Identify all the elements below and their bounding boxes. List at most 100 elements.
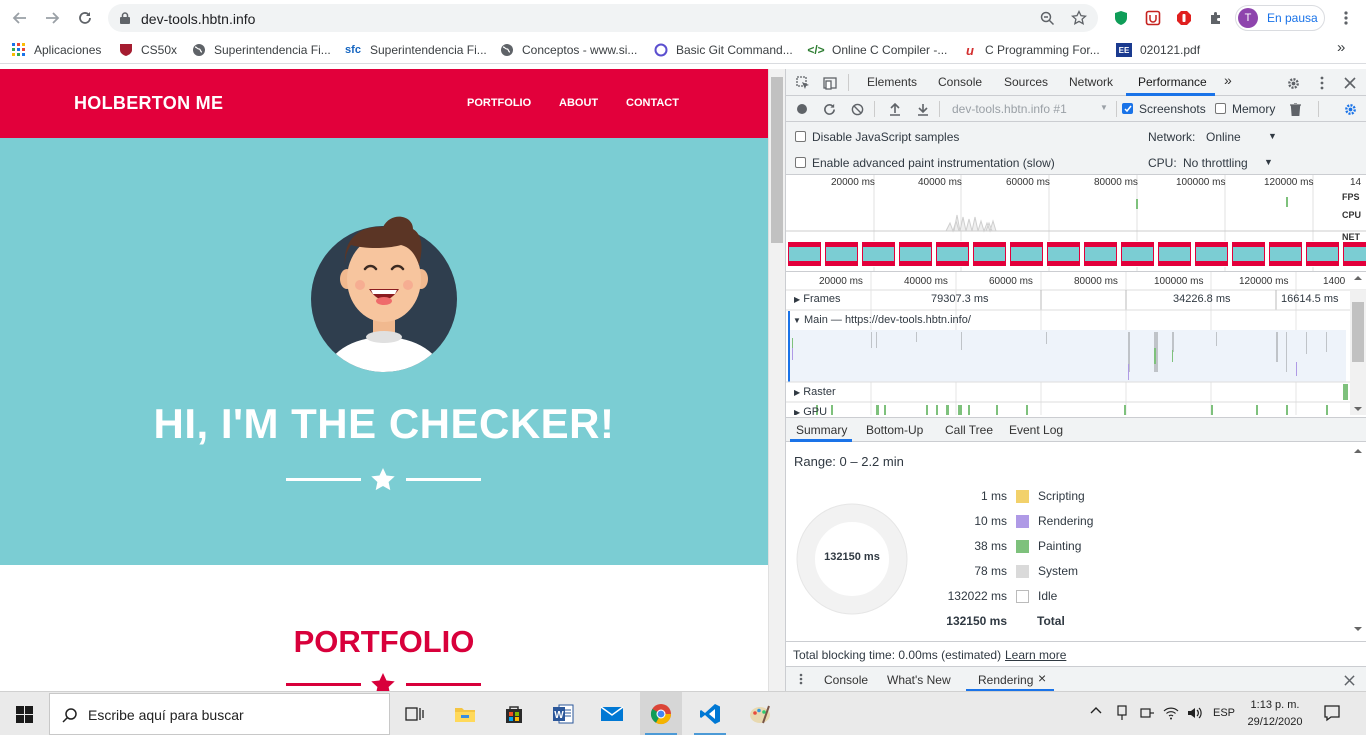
star-icon (371, 673, 395, 691)
close-drawer-button[interactable] (1342, 673, 1356, 687)
devtools-menu-button[interactable] (1313, 74, 1331, 92)
address-bar[interactable]: dev-tools.hbtn.info (108, 4, 1098, 32)
wifi-icon[interactable] (1163, 705, 1179, 721)
tab-event-log[interactable]: Event Log (1009, 423, 1063, 437)
tab-summary[interactable]: Summary (796, 423, 847, 437)
track-raster[interactable]: ▶ Raster (794, 386, 836, 398)
bookmark-apps[interactable]: Aplicaciones (12, 42, 101, 58)
notifications-button[interactable] (1323, 704, 1341, 722)
close-devtools-button[interactable] (1341, 74, 1359, 92)
clear-button[interactable] (850, 102, 864, 116)
reload-profile-button[interactable] (822, 102, 836, 116)
bookmark-online-c[interactable]: </> Online C Compiler -... (807, 42, 947, 58)
more-tabs-button[interactable]: » (1224, 72, 1232, 88)
bookmark-superintendencia-2[interactable]: sfc Superintendencia Fi... (344, 42, 487, 58)
capture-settings-button[interactable] (1342, 101, 1358, 117)
disable-js-samples-checkbox[interactable]: Disable JavaScript samples (795, 130, 959, 144)
extensions-button[interactable] (1204, 6, 1228, 30)
tab-network[interactable]: Network (1069, 75, 1113, 89)
cpu-throttle-select[interactable]: No throttling ▼ (1183, 156, 1273, 170)
bookmark-pdf[interactable]: EE 020121.pdf (1116, 42, 1200, 58)
timeline-tick: 40000 ms (904, 276, 948, 287)
back-button[interactable] (8, 6, 32, 30)
star-bookmark-icon (1071, 10, 1087, 25)
inspect-element-button[interactable] (794, 74, 812, 92)
recording-select[interactable]: dev-tools.hbtn.info #1 ▼ (952, 102, 1110, 116)
word-button[interactable]: W (547, 698, 579, 730)
task-view-button[interactable] (398, 698, 430, 730)
vscode-button[interactable] (694, 698, 726, 730)
file-explorer-button[interactable] (449, 698, 481, 730)
drawer-tab-whats-new[interactable]: What's New (887, 673, 951, 687)
device-toolbar-button[interactable] (821, 74, 839, 92)
drawer-tab-console[interactable]: Console (824, 673, 868, 687)
drawer-menu-button[interactable] (796, 672, 806, 686)
flame-chart[interactable]: 20000 ms 40000 ms 60000 ms 80000 ms 1000… (786, 272, 1366, 415)
tab-sources[interactable]: Sources (1004, 75, 1048, 89)
screenshot-thumbnail (1120, 241, 1155, 267)
toolbar-divider (1318, 101, 1319, 117)
track-main[interactable]: ▼ Main — https://dev-tools.hbtn.info/ (793, 314, 971, 326)
screenshot-thumbnail (1046, 241, 1081, 267)
page-scrollbar-thumb[interactable] (771, 77, 783, 243)
tab-console[interactable]: Console (938, 75, 982, 89)
extension-box[interactable] (1141, 6, 1165, 30)
bookmark-c-programming[interactable]: u C Programming For... (963, 42, 1100, 58)
clock[interactable]: 1:13 p. m. 29/12/2020 (1242, 697, 1308, 731)
bookmark-basic-git[interactable]: Basic Git Command... (654, 42, 793, 58)
start-button[interactable] (8, 698, 40, 730)
advanced-paint-checkbox[interactable]: Enable advanced paint instrumentation (s… (795, 156, 1055, 170)
extension-shield[interactable] (1109, 6, 1133, 30)
network-throttle-select[interactable]: Online ▼ (1206, 130, 1277, 144)
close-rendering-tab-button[interactable]: × (1038, 670, 1046, 686)
forward-button[interactable] (40, 6, 64, 30)
reload-button[interactable] (73, 6, 97, 30)
page-scrollbar[interactable] (768, 69, 785, 691)
nav-link-portfolio[interactable]: PORTFOLIO (467, 97, 531, 109)
mail-button[interactable] (596, 698, 628, 730)
tab-performance[interactable]: Performance (1138, 75, 1207, 89)
clear-icon (851, 103, 863, 115)
learn-more-link[interactable]: Learn more (1005, 648, 1066, 662)
settings-button[interactable] (1284, 74, 1302, 92)
timeline-overview[interactable]: 20000 ms 40000 ms 60000 ms 80000 ms 1000… (786, 175, 1366, 272)
drawer-tab-rendering[interactable]: Rendering (978, 673, 1033, 687)
tray-power-icon[interactable] (1139, 705, 1155, 721)
chrome-button[interactable] (645, 698, 677, 730)
nav-link-contact[interactable]: CONTACT (626, 97, 679, 109)
tab-elements[interactable]: Elements (867, 75, 917, 89)
tab-call-tree[interactable]: Call Tree (945, 423, 993, 437)
profile-button[interactable]: T En pausa (1235, 5, 1325, 31)
sfc-logo-icon: sfc (345, 44, 361, 56)
browser-menu-button[interactable] (1334, 6, 1358, 30)
save-profile-button[interactable] (916, 102, 930, 116)
collect-garbage-button[interactable] (1288, 102, 1302, 116)
nav-link-about[interactable]: ABOUT (559, 97, 598, 109)
bookmark-cs50x[interactable]: CS50x (119, 42, 177, 58)
screenshots-checkbox[interactable]: Screenshots (1122, 102, 1206, 116)
load-profile-button[interactable] (888, 102, 902, 116)
volume-icon[interactable] (1186, 705, 1202, 721)
portfolio-divider (286, 673, 481, 691)
track-gpu[interactable]: ▶ GPU (794, 406, 827, 415)
record-button[interactable] (795, 102, 809, 116)
paint-button[interactable] (744, 698, 776, 730)
language-indicator[interactable]: ESP (1213, 707, 1235, 719)
taskbar-search[interactable]: Escribe aquí para buscar (49, 693, 390, 735)
bookmark-conceptos[interactable]: Conceptos - www.si... (500, 42, 637, 58)
more-bookmarks-button[interactable]: » (1337, 39, 1345, 56)
show-hidden-icons-button[interactable] (1090, 706, 1102, 714)
extension-adblock[interactable] (1172, 6, 1196, 30)
summary-swatch (1016, 540, 1029, 553)
tab-bottom-up[interactable]: Bottom-Up (866, 423, 923, 437)
memory-checkbox[interactable]: Memory (1215, 102, 1275, 116)
hero-divider (286, 468, 481, 492)
site-brand[interactable]: HOLBERTON ME (74, 93, 223, 114)
screenshot-thumbnail (787, 241, 822, 267)
tray-usb-icon[interactable] (1115, 705, 1129, 721)
store-button[interactable] (498, 698, 530, 730)
screenshot-thumbnail (1231, 241, 1266, 267)
summary-scrollbar[interactable] (1350, 443, 1366, 639)
bookmark-superintendencia-1[interactable]: Superintendencia Fi... (192, 42, 331, 58)
track-frames[interactable]: ▶ Frames (794, 293, 841, 305)
